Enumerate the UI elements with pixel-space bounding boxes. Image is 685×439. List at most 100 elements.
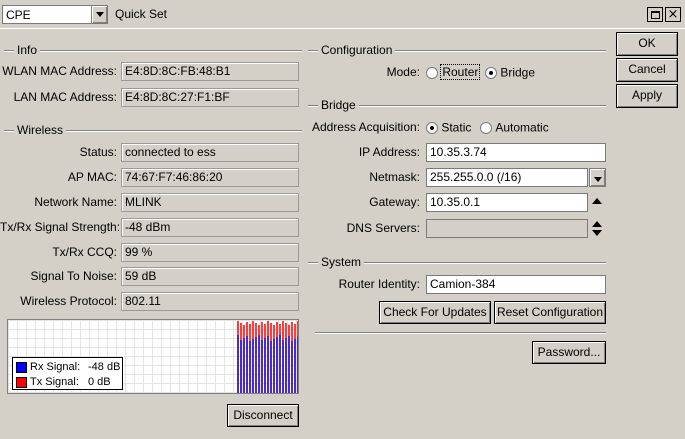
acq-static-label: Static [441,120,472,135]
gateway-label: Gateway: [369,195,420,209]
mode-dropdown-value: CPE [6,8,31,22]
rx-swatch [16,361,27,373]
ip-address-input[interactable]: 10.35.3.74 [426,143,606,162]
dns-servers-input[interactable] [426,219,588,238]
acq-static-option[interactable]: Static [426,118,471,137]
rx-signal-bar [240,340,242,393]
ip-address-label: IP Address: [358,145,420,159]
reset-configuration-button[interactable]: Reset Configuration [494,301,606,324]
graph-legend: Rx Signal: -48 dB Tx Signal: 0 dB [12,357,123,390]
wireless-protocol-label: Wireless Protocol: [20,294,117,308]
rx-signal-bar [267,336,269,393]
legend-tx-row: Tx Signal: 0 dB [16,375,111,389]
dns-servers-label: DNS Servers: [346,221,420,235]
address-acquisition-label: Address Acquisition: [311,120,420,134]
signal-strength-label: Tx/Rx Signal Strength: [0,220,121,234]
mode-router-label: Router [440,64,481,81]
mode-label: Mode: [386,65,420,79]
rx-signal-bar [273,339,275,393]
network-name-label: Network Name: [34,195,117,209]
ccq-label: Tx/Rx CCQ: [52,245,117,259]
legend-rx-row: Rx Signal: -48 dB [16,360,120,374]
mode-router-option[interactable]: Router [426,63,481,82]
rx-signal-bar [270,341,272,393]
bridge-group-title: Bridge [318,99,359,112]
rx-signal-bar [258,335,260,393]
rx-signal-bar [276,337,278,393]
acq-static-radio[interactable] [426,121,438,134]
password-button[interactable]: Password... [532,341,606,364]
wireless-protocol-field: 802.11 [121,292,299,311]
gateway-input[interactable]: 10.35.0.1 [426,193,588,212]
close-icon: × [667,7,679,22]
ap-mac-field: 74:67:F7:46:86:20 [121,168,299,187]
rx-signal-bar [252,339,254,393]
system-group-title: System [318,256,365,269]
separator [315,332,606,334]
rx-legend-value: -48 dB [88,361,121,374]
mode-bridge-radio[interactable] [485,66,497,79]
info-group-header: Info [4,44,302,58]
rx-signal-bar [279,335,281,393]
apply-button[interactable]: Apply [616,84,678,108]
signal-strength-field: -48 dBm [121,218,299,237]
lan-mac-field: E4:8D:8C:27:F1:BF [121,88,299,107]
rx-signal-bar [282,340,284,393]
rx-signal-bar [294,339,296,393]
gateway-up-arrow-icon[interactable] [592,198,602,205]
acq-automatic-radio[interactable] [480,121,492,134]
mode-dropdown[interactable]: CPE [2,5,108,24]
netmask-label: Netmask: [369,170,420,184]
mode-bridge-option[interactable]: Bridge [485,63,535,82]
lan-mac-label: LAN MAC Address: [13,90,117,104]
window-title: Quick Set [115,7,168,21]
disconnect-button[interactable]: Disconnect [227,404,299,427]
system-group-header: System [308,256,606,270]
cancel-button[interactable]: Cancel [616,58,678,82]
signal-graph: Rx Signal: -48 dB Tx Signal: 0 dB [7,319,299,394]
rx-signal-bar [261,340,263,393]
rx-signal-bar [249,341,251,393]
tx-legend-name: Tx Signal: [30,376,79,389]
ccq-field: 99 % [121,243,299,262]
info-group-title: Info [14,44,41,57]
router-identity-input[interactable]: Camion-384 [426,275,606,294]
status-label: Status: [79,145,117,159]
rx-signal-bar [237,335,239,393]
close-button[interactable]: × [665,7,681,22]
network-name-field: MLINK [121,193,299,212]
rx-signal-bar [297,337,298,393]
wireless-group-header: Wireless [4,124,302,138]
mode-bridge-label: Bridge [500,65,536,80]
netmask-dropdown-icon [590,169,605,186]
netmask-dropdown-button[interactable] [589,168,606,187]
tx-swatch [16,376,27,388]
rx-signal-bar [291,341,293,393]
mode-router-radio[interactable] [426,66,438,79]
rx-signal-bar [288,336,290,393]
configuration-group-title: Configuration [318,44,396,57]
netmask-input[interactable]: 255.255.0.0 (/16) [426,168,588,187]
tx-legend-value: 0 dB [88,376,111,389]
dns-spinner-icon[interactable] [591,218,603,240]
wireless-group-title: Wireless [14,124,67,137]
bridge-group-header: Bridge [308,99,606,113]
rx-signal-bar [246,336,248,393]
rx-signal-bar [264,338,266,393]
maximize-button[interactable] [647,7,663,22]
snr-field: 59 dB [121,267,299,286]
ok-button[interactable]: OK [616,32,678,56]
rx-signal-bar [243,338,245,393]
configuration-group-header: Configuration [308,44,606,58]
rx-legend-name: Rx Signal: [30,361,81,374]
check-for-updates-button[interactable]: Check For Updates [379,301,491,324]
snr-label: Signal To Noise: [30,269,118,283]
router-identity-label: Router Identity: [338,277,420,291]
rx-signal-bar [255,337,257,393]
dropdown-arrow-icon[interactable] [91,6,107,23]
acq-automatic-label: Automatic [495,120,549,135]
acq-automatic-option[interactable]: Automatic [480,118,549,137]
wlan-mac-label: WLAN MAC Address: [2,64,117,78]
title-bar: CPE Quick Set × [0,0,685,29]
rx-signal-bar [285,338,287,393]
